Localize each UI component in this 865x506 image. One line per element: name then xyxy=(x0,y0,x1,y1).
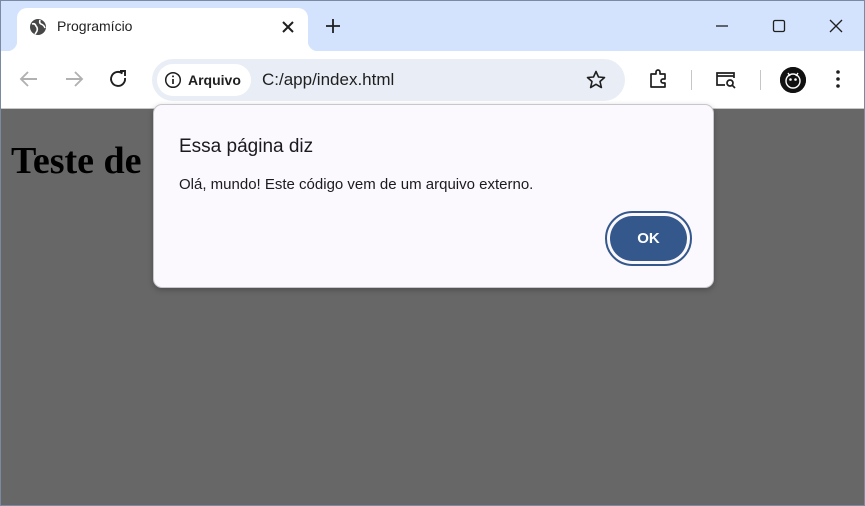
url-text[interactable]: C:/app/index.html xyxy=(262,70,394,90)
ok-button[interactable]: OK xyxy=(610,216,687,261)
security-label: Arquivo xyxy=(188,72,241,88)
site-info-chip[interactable]: Arquivo xyxy=(157,64,251,96)
menu-icon[interactable] xyxy=(825,66,851,92)
info-icon xyxy=(164,71,182,89)
plus-icon[interactable] xyxy=(322,15,344,37)
profile-avatar[interactable] xyxy=(780,67,806,93)
toolbar: Arquivo C:/app/index.html xyxy=(1,51,864,109)
dialog-message: Olá, mundo! Este código vem de um arquiv… xyxy=(179,176,534,193)
address-bar[interactable]: Arquivo C:/app/index.html xyxy=(152,59,625,101)
dialog-title: Essa página diz xyxy=(179,136,314,157)
toolbar-divider xyxy=(691,70,692,90)
active-tab[interactable]: Programício xyxy=(7,8,318,51)
alert-dialog: Essa página diz Olá, mundo! Este código … xyxy=(153,104,714,288)
reload-icon[interactable] xyxy=(106,66,132,92)
avatar-image xyxy=(780,67,806,93)
close-icon[interactable] xyxy=(278,17,298,37)
tab-strip: Programício xyxy=(1,1,864,51)
maximize-icon[interactable] xyxy=(767,14,791,38)
browser-window: Programício Arquivo C:/app/index.html Te… xyxy=(0,0,865,506)
minimize-icon[interactable] xyxy=(710,14,734,38)
close-icon[interactable] xyxy=(824,14,848,38)
ok-focus-ring: OK xyxy=(605,211,692,266)
tab-title: Programício xyxy=(57,18,133,34)
forward-icon[interactable] xyxy=(61,66,87,92)
page-heading: Teste de xyxy=(11,140,142,182)
back-icon[interactable] xyxy=(16,66,42,92)
extensions-icon[interactable] xyxy=(646,66,672,92)
globe-icon xyxy=(30,19,46,35)
toolbar-divider xyxy=(760,70,761,90)
star-icon[interactable] xyxy=(584,68,608,92)
tab-search-icon[interactable] xyxy=(713,66,739,92)
